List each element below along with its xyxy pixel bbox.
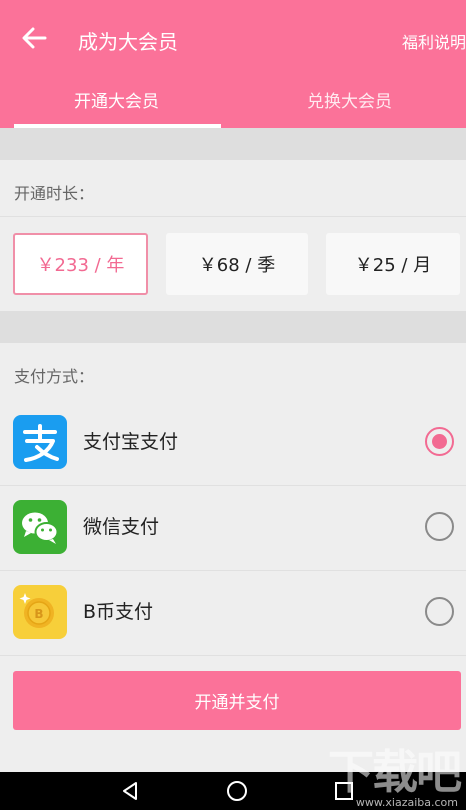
bcoin-label: B币支付 <box>83 601 154 623</box>
section-spacer <box>0 128 466 160</box>
tab-bar: 开通大会员 兑换大会员 <box>0 78 466 128</box>
nav-back-icon <box>123 782 137 800</box>
back-button[interactable] <box>14 20 54 56</box>
wechat-label: 微信支付 <box>83 516 160 538</box>
watermark: 下载吧 www.xiazaiba.com <box>326 738 466 810</box>
svg-text:B: B <box>34 607 43 621</box>
payment-option-wechat[interactable]: 微信支付 <box>0 485 466 570</box>
price-option-quarter[interactable]: ￥68 / 季 <box>166 233 308 295</box>
back-arrow-icon <box>22 27 47 49</box>
nav-back-button[interactable] <box>100 772 160 810</box>
payment-option-bcoin[interactable]: B B币支付 <box>0 570 466 655</box>
open-and-pay-button[interactable]: 开通并支付 <box>13 671 461 730</box>
divider <box>0 216 466 217</box>
bcoin-icon: B <box>13 585 67 639</box>
payment-section: 支付方式： <box>0 343 466 403</box>
section-spacer <box>0 311 466 343</box>
tab-open-membership[interactable]: 开通大会员 <box>0 78 233 128</box>
duration-label: 开通时长： <box>14 184 95 203</box>
top-bar: 成为大会员 福利说明 <box>0 0 466 78</box>
alipay-label: 支付宝支付 <box>83 431 179 453</box>
watermark-text: 下载吧 <box>328 745 462 799</box>
bcoin-radio[interactable] <box>425 597 454 626</box>
payment-option-alipay[interactable]: 支付宝支付 <box>0 400 466 485</box>
tab-redeem-membership[interactable]: 兑换大会员 <box>233 78 466 128</box>
welfare-link[interactable]: 福利说明 <box>402 29 466 53</box>
wechat-radio[interactable] <box>425 512 454 541</box>
screen: 成为大会员 福利说明 开通大会员 兑换大会员 开通时长： ￥233 / 年 ￥6… <box>0 0 466 810</box>
header: 成为大会员 福利说明 开通大会员 兑换大会员 <box>0 0 466 128</box>
divider <box>0 655 466 656</box>
watermark-url: www.xiazaiba.com <box>355 796 458 809</box>
payment-label: 支付方式： <box>14 367 95 386</box>
nav-home-button[interactable] <box>207 772 267 810</box>
price-option-year[interactable]: ￥233 / 年 <box>13 233 148 295</box>
nav-home-icon <box>227 781 247 801</box>
price-option-month[interactable]: ￥25 / 月 <box>326 233 460 295</box>
wechat-icon <box>13 500 67 554</box>
alipay-icon <box>13 415 67 469</box>
alipay-radio[interactable] <box>425 427 454 456</box>
page-title: 成为大会员 <box>78 30 178 54</box>
